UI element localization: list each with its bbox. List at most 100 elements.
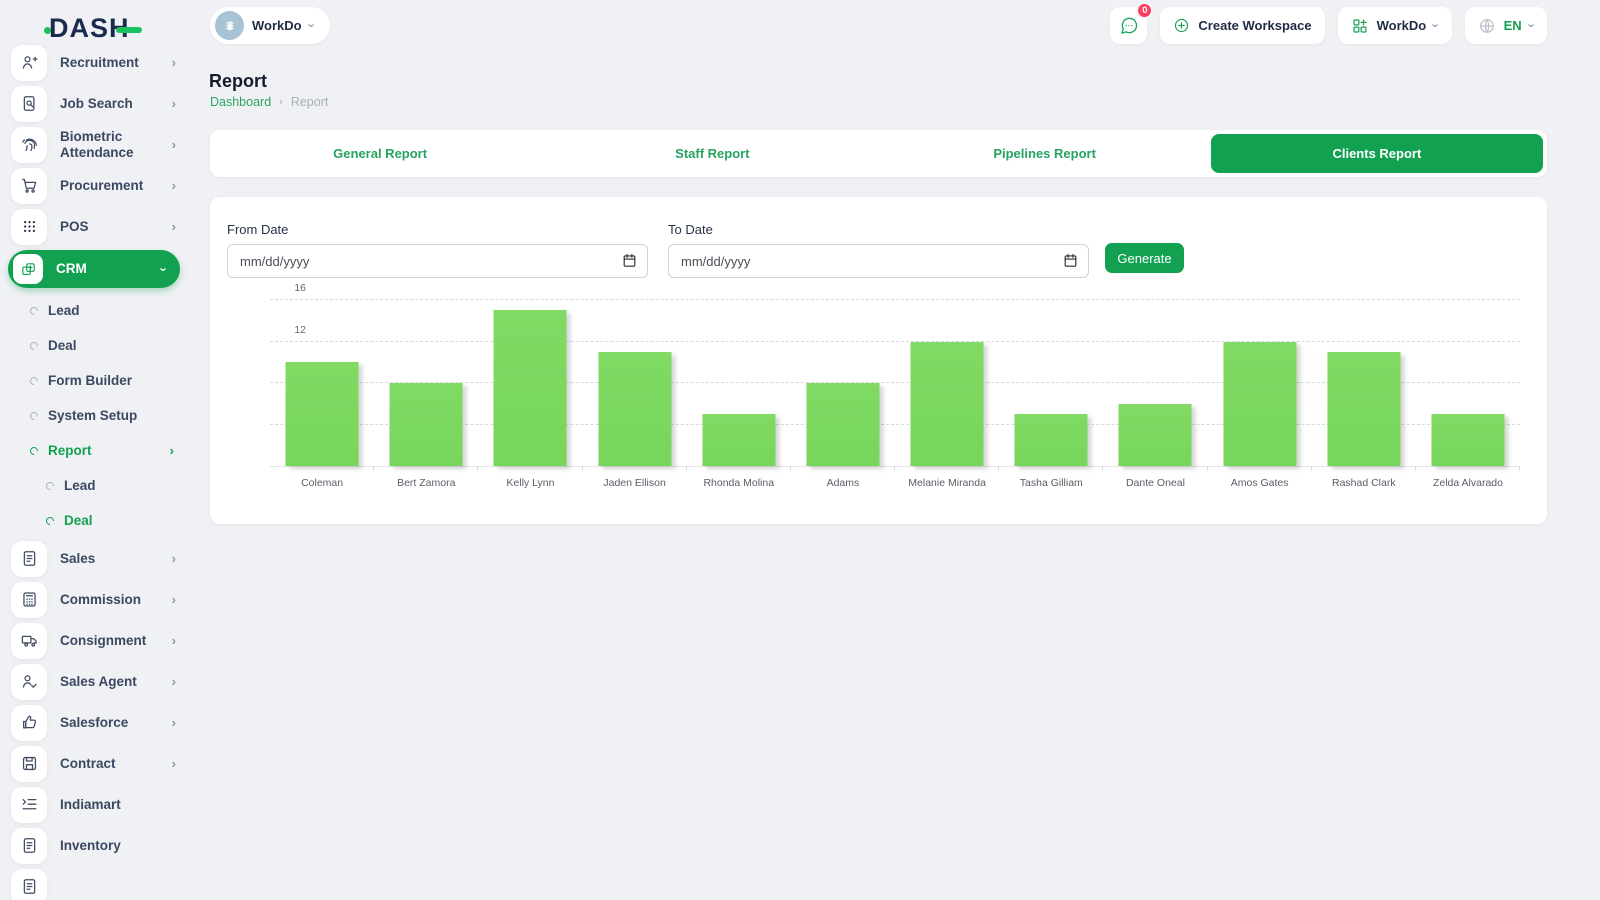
sidebar-item-label: CRM bbox=[56, 261, 162, 277]
tab-general-report[interactable]: General Report bbox=[214, 134, 546, 173]
chevron-right-icon: › bbox=[172, 674, 176, 689]
sidebar-item-pos[interactable]: POS› bbox=[0, 206, 188, 247]
bar-amos-gates bbox=[1223, 342, 1296, 467]
sidebar-subitem-lead[interactable]: Lead bbox=[0, 468, 188, 503]
sidebar-subitem-form-builder[interactable]: Form Builder bbox=[0, 363, 188, 398]
sidebar-item-contract[interactable]: Contract› bbox=[0, 743, 188, 784]
sidebar-subitem-label: Lead bbox=[48, 303, 188, 318]
chart-category-tasha-gilliam: Tasha Gilliam bbox=[999, 300, 1103, 466]
calendar-icon[interactable] bbox=[1062, 252, 1079, 269]
plus-circle-icon bbox=[1173, 17, 1190, 34]
sidebar-subitem-label: Report bbox=[48, 443, 170, 458]
messenger-button[interactable]: 0 bbox=[1110, 7, 1147, 44]
sidebar-item-label: Commission bbox=[60, 592, 172, 608]
grid-dots-icon-box bbox=[11, 209, 47, 245]
file-icon bbox=[20, 549, 39, 568]
chart-category-coleman: Coleman bbox=[270, 300, 374, 466]
breadcrumb-dashboard-link[interactable]: Dashboard bbox=[210, 95, 271, 109]
tab-pipelines-report[interactable]: Pipelines Report bbox=[879, 134, 1211, 173]
sidebar-subitem-report[interactable]: Report› bbox=[0, 433, 188, 468]
sidebar-subitem-lead[interactable]: Lead bbox=[0, 293, 188, 328]
sidebar-item-item[interactable] bbox=[0, 866, 188, 900]
chevron-right-icon: › bbox=[172, 178, 176, 193]
chart-category-jaden-ellison: Jaden Ellison bbox=[583, 300, 687, 466]
cart-icon bbox=[20, 176, 39, 195]
x-axis-label: Dante Oneal bbox=[1126, 477, 1185, 489]
x-axis-label: Jaden Ellison bbox=[603, 477, 665, 489]
sidebar-item-job-search[interactable]: Job Search› bbox=[0, 83, 188, 124]
x-axis-label: Coleman bbox=[301, 477, 343, 489]
bullet-icon bbox=[28, 305, 39, 316]
sidebar-subitem-system-setup[interactable]: System Setup bbox=[0, 398, 188, 433]
fingerprint-icon bbox=[20, 135, 39, 154]
chevron-right-icon: › bbox=[172, 137, 176, 152]
x-axis-label: Tasha Gilliam bbox=[1020, 477, 1083, 489]
create-workspace-button[interactable]: Create Workspace bbox=[1160, 7, 1324, 44]
save-icon bbox=[20, 754, 39, 773]
chart-category-kelly-lynn: Kelly Lynn bbox=[478, 300, 582, 466]
cart-icon-box bbox=[11, 168, 47, 204]
sidebar-item-label: Procurement bbox=[60, 178, 172, 194]
bar-rashad-clark bbox=[1327, 352, 1400, 466]
app-logo[interactable]: DASH bbox=[44, 13, 142, 44]
grid-plus-icon bbox=[1351, 17, 1369, 35]
calendar-icon[interactable] bbox=[621, 252, 638, 269]
sidebar-item-commission[interactable]: Commission› bbox=[0, 579, 188, 620]
chart-category-amos-gates: Amos Gates bbox=[1208, 300, 1312, 466]
sidebar-subitem-deal[interactable]: Deal bbox=[0, 503, 188, 538]
sidebar-item-recruitment[interactable]: Recruitment› bbox=[0, 42, 188, 83]
chevron-right-icon: › bbox=[172, 633, 176, 648]
generate-button[interactable]: Generate bbox=[1105, 243, 1184, 273]
bar-rhonda-molina bbox=[702, 414, 775, 466]
sidebar-item-label: POS bbox=[60, 219, 172, 235]
sidebar-item-sales[interactable]: Sales› bbox=[0, 538, 188, 579]
chart-category-rhonda-molina: Rhonda Molina bbox=[687, 300, 791, 466]
language-selector[interactable]: EN › bbox=[1465, 7, 1547, 44]
sidebar-subitem-label: Lead bbox=[64, 478, 188, 493]
chart-category-zelda-alvarado: Zelda Alvarado bbox=[1416, 300, 1520, 466]
logo-dash bbox=[116, 27, 142, 33]
tab-clients-report[interactable]: Clients Report bbox=[1211, 134, 1543, 173]
sidebar-item-label: Consignment bbox=[60, 633, 172, 649]
sidebar-item-sales-agent[interactable]: Sales Agent› bbox=[0, 661, 188, 702]
breadcrumb-separator: › bbox=[279, 96, 283, 108]
chevron-right-icon: › bbox=[172, 219, 176, 234]
list-indent-icon bbox=[20, 795, 39, 814]
chevron-down-icon: › bbox=[305, 23, 318, 27]
clients-report-chart: 0481216ColemanBert ZamoraKelly LynnJaden… bbox=[227, 300, 1520, 467]
sidebar-item-inventory[interactable]: Inventory bbox=[0, 825, 188, 866]
from-date-input[interactable] bbox=[227, 244, 648, 278]
chat-bubble-icon bbox=[1119, 16, 1139, 36]
calculator-icon-box bbox=[11, 582, 47, 618]
current-workspace-pill[interactable]: WorkDo › bbox=[210, 7, 330, 44]
chart-category-adams: Adams bbox=[791, 300, 895, 466]
sidebar-item-biometric-attendance[interactable]: Biometric Attendance› bbox=[0, 124, 188, 165]
sidebar-subitem-label: Form Builder bbox=[48, 373, 188, 388]
bar-dante-oneal bbox=[1119, 404, 1192, 466]
sidebar-item-crm[interactable]: CRM› bbox=[8, 250, 180, 288]
chart-category-rashad-clark: Rashad Clark bbox=[1312, 300, 1416, 466]
sidebar-item-procurement[interactable]: Procurement› bbox=[0, 165, 188, 206]
sidebar-item-salesforce[interactable]: Salesforce› bbox=[0, 702, 188, 743]
person-check-icon bbox=[20, 672, 39, 691]
workspace-avatar bbox=[215, 11, 244, 40]
sidebar-nav: Recruitment›Job Search›Biometric Attenda… bbox=[0, 42, 188, 900]
from-date-label: From Date bbox=[227, 222, 288, 237]
chevron-right-icon: › bbox=[172, 756, 176, 771]
sidebar-item-label: Sales Agent bbox=[60, 674, 172, 690]
report-tabs: General ReportStaff ReportPipelines Repo… bbox=[210, 130, 1547, 177]
sidebar-item-label: Inventory bbox=[60, 838, 176, 854]
sidebar-item-consignment[interactable]: Consignment› bbox=[0, 620, 188, 661]
thumbs-up-icon-box bbox=[11, 705, 47, 741]
x-axis-label: Rhonda Molina bbox=[703, 477, 774, 489]
tab-staff-report[interactable]: Staff Report bbox=[546, 134, 878, 173]
to-date-input[interactable] bbox=[668, 244, 1089, 278]
chart-plot: 0481216ColemanBert ZamoraKelly LynnJaden… bbox=[270, 300, 1520, 467]
workspace-menu-button[interactable]: WorkDo › bbox=[1338, 7, 1452, 44]
file-icon bbox=[20, 836, 39, 855]
sidebar-item-indiamart[interactable]: Indiamart bbox=[0, 784, 188, 825]
sidebar-subitem-deal[interactable]: Deal bbox=[0, 328, 188, 363]
sidebar-item-label: Biometric Attendance bbox=[60, 129, 172, 160]
chevron-right-icon: › bbox=[172, 551, 176, 566]
sidebar-subitem-label: Deal bbox=[64, 513, 188, 528]
